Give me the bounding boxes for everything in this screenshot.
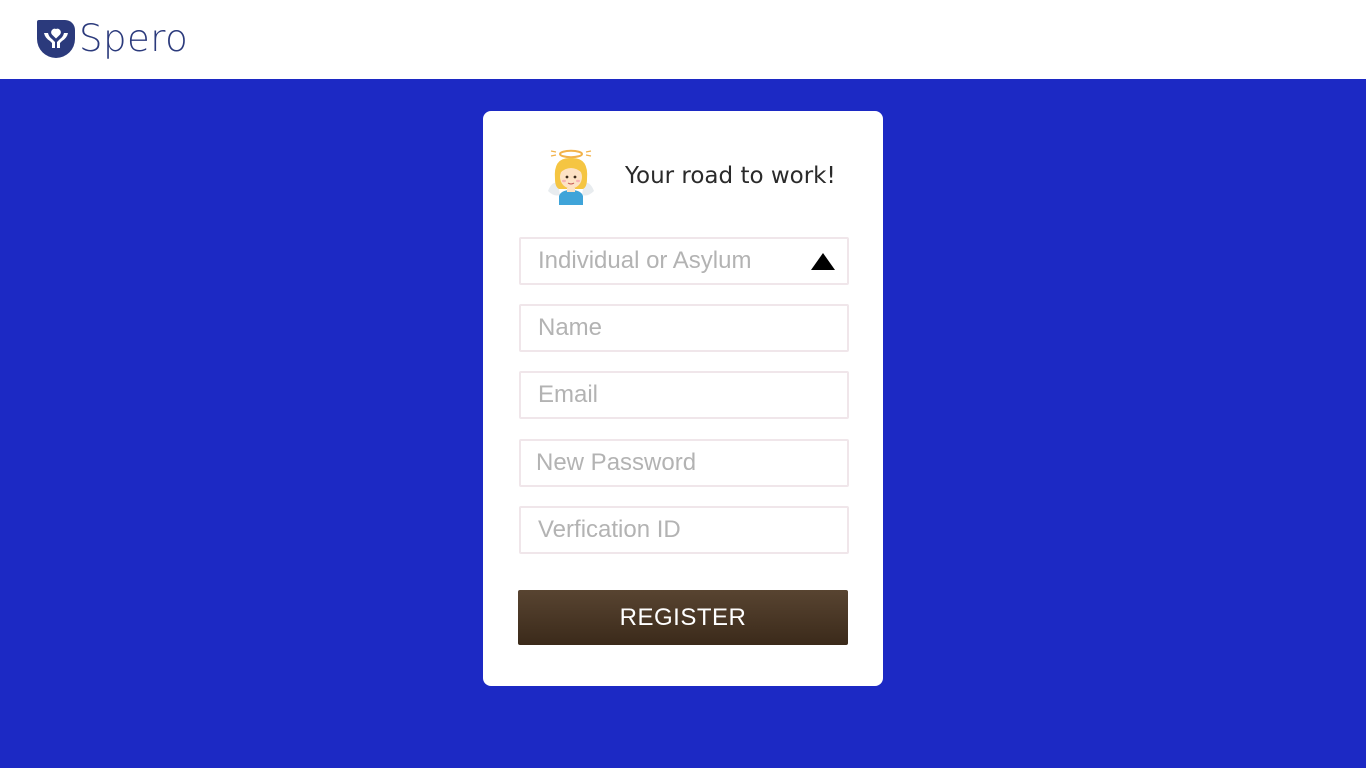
hands-holding-heart-icon [37, 20, 75, 58]
brand-name: Spero [79, 17, 189, 60]
verification-id-input[interactable] [521, 508, 847, 552]
caret-up-icon[interactable] [811, 253, 835, 270]
brand[interactable]: Spero [35, 17, 188, 61]
card-header: Your road to work! [545, 147, 836, 205]
angel-emoji-icon [548, 149, 594, 205]
tagline: Your road to work! [625, 163, 836, 189]
register-card: Your road to work! Individual or Asylum … [483, 111, 883, 686]
verification-field-wrapper [519, 506, 849, 554]
email-input[interactable] [521, 373, 847, 417]
name-field-wrapper [519, 304, 849, 352]
name-input[interactable] [521, 306, 847, 350]
password-field-wrapper [519, 439, 849, 487]
register-button[interactable]: REGISTER [518, 590, 848, 645]
account-type-select[interactable]: Individual or Asylum [519, 237, 849, 285]
top-bar: Spero [0, 0, 1366, 79]
account-type-value: Individual or Asylum [538, 247, 752, 274]
new-password-input[interactable] [521, 441, 847, 485]
email-field-wrapper [519, 371, 849, 419]
